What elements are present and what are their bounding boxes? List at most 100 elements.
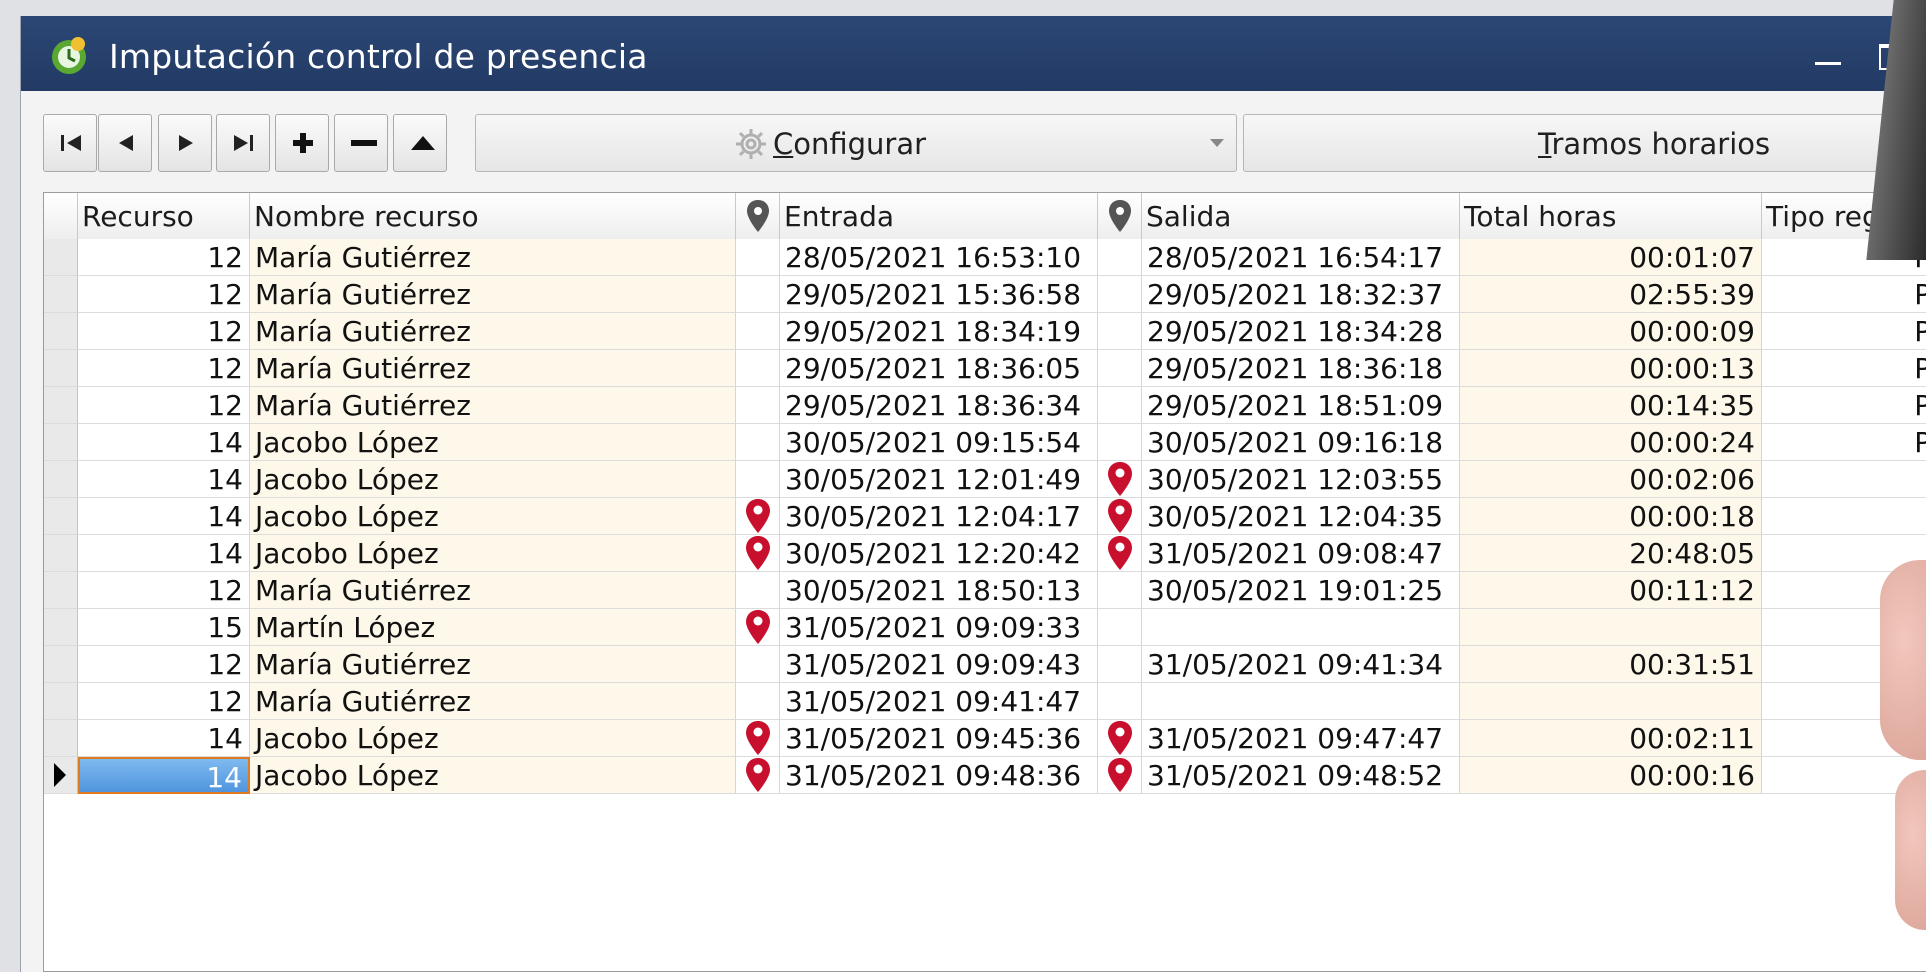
cell-exit-location[interactable] [1098,535,1142,572]
row-indicator[interactable] [44,720,78,757]
table-row[interactable]: 12 María Gutiérrez 29/05/2021 18:36:34 29/0… [44,387,1926,424]
table-row[interactable]: 12 María Gutiérrez 29/05/2021 18:34:19 29/0… [44,313,1926,350]
row-indicator[interactable] [44,498,78,535]
cell-entry-location[interactable] [736,646,780,683]
cell-salida[interactable]: 30/05/2021 19:01:25 [1142,572,1460,609]
cell-nombre-recurso[interactable]: María Gutiérrez [250,683,736,720]
cell-recurso[interactable]: 12 [78,350,250,387]
cell-salida[interactable]: 29/05/2021 18:36:18 [1142,350,1460,387]
row-indicator[interactable] [44,424,78,461]
table-row[interactable]: 15Martín López31/05/2021 09:09:33Pin [44,609,1926,646]
column-header-nombre[interactable]: Nombre recurso [250,193,736,239]
cell-total-horas[interactable]: 00:00:16 [1460,757,1762,794]
cell-entrada[interactable]: 30/05/2021 18:50:13 [780,572,1098,609]
next-record-button[interactable] [158,114,212,172]
minimize-button[interactable] [1807,34,1847,74]
cell-entry-location[interactable] [736,461,780,498]
cell-salida[interactable]: 31/05/2021 09:41:34 [1142,646,1460,683]
cell-exit-location[interactable] [1098,646,1142,683]
cell-recurso[interactable]: 12 [78,646,250,683]
cell-salida[interactable]: 28/05/2021 16:54:17 [1142,239,1460,276]
table-row[interactable]: 14 Jacobo López 30/05/2021 12:20:42 31/05/2… [44,535,1926,572]
cell-entrada[interactable]: 31/05/2021 09:41:47 [780,683,1098,720]
cell-recurso[interactable]: 12 [78,387,250,424]
column-header-salida[interactable]: Salida [1142,193,1460,239]
cell-entrada[interactable]: 29/05/2021 18:36:05 [780,350,1098,387]
cell-exit-location[interactable] [1098,683,1142,720]
row-indicator[interactable] [44,239,78,276]
cell-tipo-registro[interactable]: Pin [1762,350,1926,387]
cell-nombre-recurso[interactable]: Jacobo López [250,720,736,757]
cell-total-horas[interactable] [1460,683,1762,720]
cell-recurso[interactable]: 14 [78,720,250,757]
cell-total-horas[interactable]: 00:02:06 [1460,461,1762,498]
title-bar[interactable]: Imputación control de presencia [21,16,1926,91]
cell-nombre-recurso[interactable]: María Gutiérrez [250,313,736,350]
column-header-entry-location[interactable] [736,193,780,239]
dropdown-arrow-icon[interactable] [1210,139,1224,147]
cell-total-horas[interactable]: 00:02:11 [1460,720,1762,757]
row-indicator[interactable] [44,572,78,609]
table-row[interactable]: 14 Jacobo López 30/05/2021 09:15:54 30/05/2… [44,424,1926,461]
previous-record-button[interactable] [98,114,152,172]
cell-total-horas[interactable]: 00:11:12 [1460,572,1762,609]
cell-exit-location[interactable] [1098,276,1142,313]
row-indicator[interactable] [44,683,78,720]
cell-nombre-recurso[interactable]: María Gutiérrez [250,572,736,609]
cell-exit-location[interactable] [1098,350,1142,387]
table-row[interactable]: 12 María Gutiérrez 29/05/2021 18:36:05 29/0… [44,350,1926,387]
column-header-total-horas[interactable]: Total horas [1460,193,1762,239]
cell-total-horas[interactable]: 02:55:39 [1460,276,1762,313]
cell-exit-location[interactable] [1098,313,1142,350]
table-row[interactable]: 12 María Gutiérrez 30/05/2021 18:50:13 30/0… [44,572,1926,609]
post-record-button[interactable] [393,114,447,172]
cell-exit-location[interactable] [1098,609,1142,646]
row-indicator[interactable] [44,646,78,683]
cell-total-horas[interactable]: 00:14:35 [1460,387,1762,424]
cell-salida[interactable] [1142,609,1460,646]
delete-record-button[interactable] [334,114,388,172]
cell-entrada[interactable]: 31/05/2021 09:09:43 [780,646,1098,683]
cell-salida[interactable]: 31/05/2021 09:47:47 [1142,720,1460,757]
cell-entry-location[interactable] [736,498,780,535]
cell-salida[interactable]: 31/05/2021 09:08:47 [1142,535,1460,572]
add-record-button[interactable] [275,114,329,172]
cell-entrada[interactable]: 29/05/2021 18:36:34 [780,387,1098,424]
cell-entry-location[interactable] [736,239,780,276]
cell-nombre-recurso[interactable]: Jacobo López [250,498,736,535]
table-row[interactable]: 14 Jacobo López 31/05/2021 09:48:36 31/05/2… [44,757,1926,794]
column-header-recurso[interactable]: Recurso [78,193,250,239]
cell-entrada[interactable]: 28/05/2021 16:53:10 [780,239,1098,276]
cell-salida[interactable] [1142,683,1460,720]
cell-nombre-recurso[interactable]: Jacobo López [250,461,736,498]
cell-entry-location[interactable] [736,313,780,350]
table-row[interactable]: 14 Jacobo López 30/05/2021 12:01:49 30/05/2… [44,461,1926,498]
cell-tipo-registro[interactable]: Pi [1762,461,1926,498]
table-row[interactable]: 14 Jacobo López 30/05/2021 12:04:17 30/05/2… [44,498,1926,535]
cell-nombre-recurso[interactable]: María Gutiérrez [250,239,736,276]
cell-total-horas[interactable]: 00:00:09 [1460,313,1762,350]
table-row[interactable]: 12 María Gutiérrez 28/05/2021 16:53:10 28/0… [44,239,1926,276]
cell-entrada[interactable]: 30/05/2021 09:15:54 [780,424,1098,461]
cell-total-horas[interactable]: 00:01:07 [1460,239,1762,276]
cell-entrada[interactable]: 30/05/2021 12:04:17 [780,498,1098,535]
cell-entrada[interactable]: 29/05/2021 15:36:58 [780,276,1098,313]
cell-nombre-recurso[interactable]: Martín López [250,609,736,646]
cell-tipo-registro[interactable]: Pin [1762,276,1926,313]
cell-nombre-recurso[interactable]: Jacobo López [250,757,736,794]
cell-entry-location[interactable] [736,720,780,757]
cell-exit-location[interactable] [1098,461,1142,498]
cell-tipo-registro[interactable]: Pin [1762,313,1926,350]
row-indicator[interactable] [44,535,78,572]
last-record-button[interactable] [216,114,270,172]
cell-entry-location[interactable] [736,350,780,387]
cell-recurso[interactable]: 14 [78,535,250,572]
row-indicator[interactable] [44,276,78,313]
cell-tipo-registro[interactable] [1762,498,1926,535]
cell-entry-location[interactable] [736,535,780,572]
cell-entrada[interactable]: 31/05/2021 09:48:36 [780,757,1098,794]
cell-recurso[interactable]: 12 [78,276,250,313]
cell-entry-location[interactable] [736,757,780,794]
table-row[interactable]: 12María Gutiérrez31/05/2021 09:41:47Pin [44,683,1926,720]
table-row[interactable]: 12 María Gutiérrez 31/05/2021 09:09:43 31/0… [44,646,1926,683]
